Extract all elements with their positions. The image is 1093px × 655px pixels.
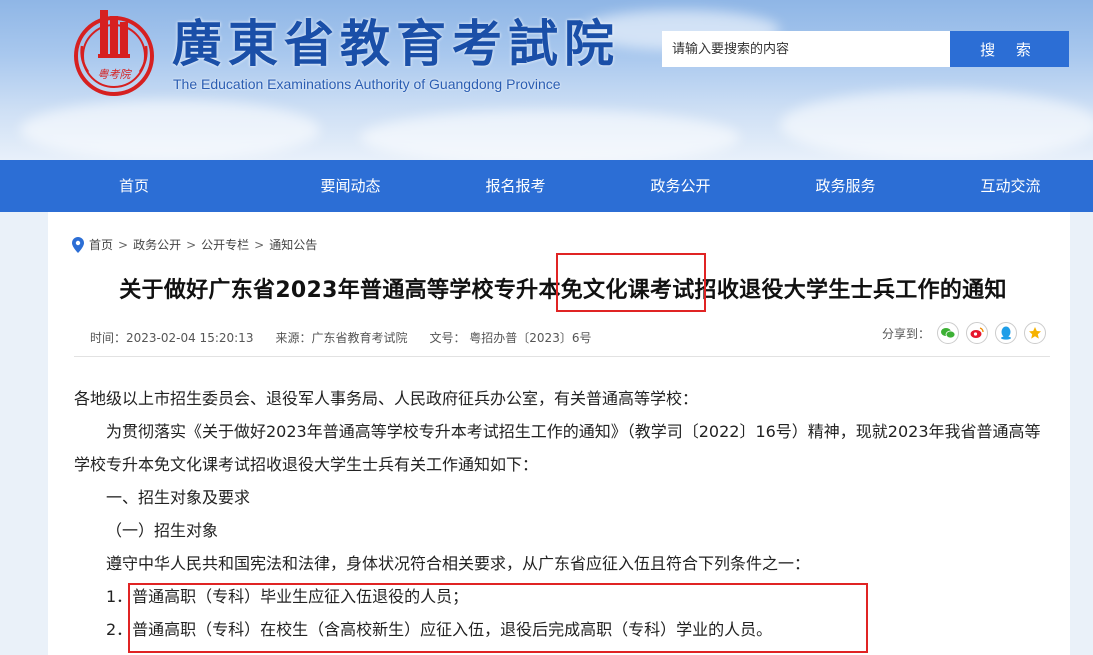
cloud-decoration — [360, 110, 740, 160]
breadcrumb-home[interactable]: 首页 — [89, 236, 113, 253]
qzone-icon[interactable] — [1024, 322, 1047, 344]
site-title-en: The Education Examinations Authority of … — [173, 76, 561, 92]
location-pin-icon — [72, 236, 84, 253]
main-nav: 首页 要闻动态 报名报考 政务公开 政务服务 互动交流 — [0, 160, 1093, 212]
site-title-cn: 廣東省教育考試院 — [172, 14, 620, 73]
nav-item-gov-service[interactable]: 政务服务 — [763, 160, 928, 212]
weibo-icon[interactable] — [966, 322, 989, 344]
share-bar: 分享到： — [882, 322, 1047, 344]
breadcrumb-public-column[interactable]: 公开专栏 — [201, 236, 249, 253]
breadcrumb-separator: > — [186, 237, 197, 252]
article-container: 首页 > 政务公开 > 公开专栏 > 通知公告 关于做好广东省2023年普通高等… — [48, 212, 1070, 655]
qq-icon[interactable] — [995, 322, 1018, 344]
subsection-heading: （一）招生对象 — [106, 521, 219, 540]
paragraph: 遵守中华人民共和国宪法和法律，身体状况符合相关要求，从广东省应征入伍且符合下列条… — [106, 554, 811, 573]
logo-seal-text: 粤考院 — [98, 68, 133, 81]
site-header: 粤考院 廣東省教育考試院 The Education Examinations … — [0, 0, 1093, 160]
paragraph: 为贯彻落实《关于做好2023年普通高等学校专升本考试招生工作的通知》（教学司〔2… — [74, 422, 1041, 474]
breadcrumb: 首页 > 政务公开 > 公开专栏 > 通知公告 — [72, 236, 317, 253]
breadcrumb-gov-info[interactable]: 政务公开 — [133, 236, 181, 253]
breadcrumb-notices[interactable]: 通知公告 — [269, 236, 317, 253]
list-item: 1．普通高职（专科）毕业生应征入伍退役的人员； — [106, 587, 469, 606]
list-item: 2．普通高职（专科）在校生（含高校新生）应征入伍，退役后完成高职（专科）学业的人… — [106, 620, 773, 639]
nav-item-registration[interactable]: 报名报考 — [433, 160, 598, 212]
divider — [74, 356, 1050, 357]
article-source: 来源：广东省教育考试院 — [275, 331, 408, 345]
article-meta: 时间：2023-02-04 15:20:13 来源：广东省教育考试院 文号： 粤… — [90, 329, 591, 346]
document-number: 文号： 粤招办普〔2023〕6号 — [429, 331, 592, 345]
wechat-icon[interactable] — [937, 322, 960, 344]
salutation: 各地级以上市招生委员会、退役军人事务局、人民政府征兵办公室，有关普通高等学校： — [74, 389, 699, 408]
breadcrumb-separator: > — [254, 237, 265, 252]
nav-item-news[interactable]: 要闻动态 — [268, 160, 433, 212]
article-title: 关于做好广东省2023年普通高等学校专升本免文化课考试招收退役大学生士兵工作的通… — [119, 278, 1007, 303]
logo-emblem-icon[interactable]: 粤考院 — [68, 6, 160, 98]
section-heading: 一、招生对象及要求 — [106, 488, 251, 507]
cloud-decoration — [20, 100, 320, 160]
nav-item-interaction[interactable]: 互动交流 — [928, 160, 1093, 212]
search-input[interactable] — [662, 31, 950, 67]
article-body: 各地级以上市招生委员会、退役军人事务局、人民政府征兵办公室，有关普通高等学校： … — [74, 382, 1044, 646]
publish-time: 时间：2023-02-04 15:20:13 — [90, 331, 254, 345]
search-button[interactable]: 搜 索 — [950, 31, 1069, 67]
nav-item-gov-info[interactable]: 政务公开 — [598, 160, 763, 212]
cloud-decoration — [780, 90, 1093, 160]
share-label: 分享到： — [882, 326, 931, 341]
nav-item-home[interactable]: 首页 — [0, 160, 268, 212]
breadcrumb-separator: > — [118, 237, 129, 252]
